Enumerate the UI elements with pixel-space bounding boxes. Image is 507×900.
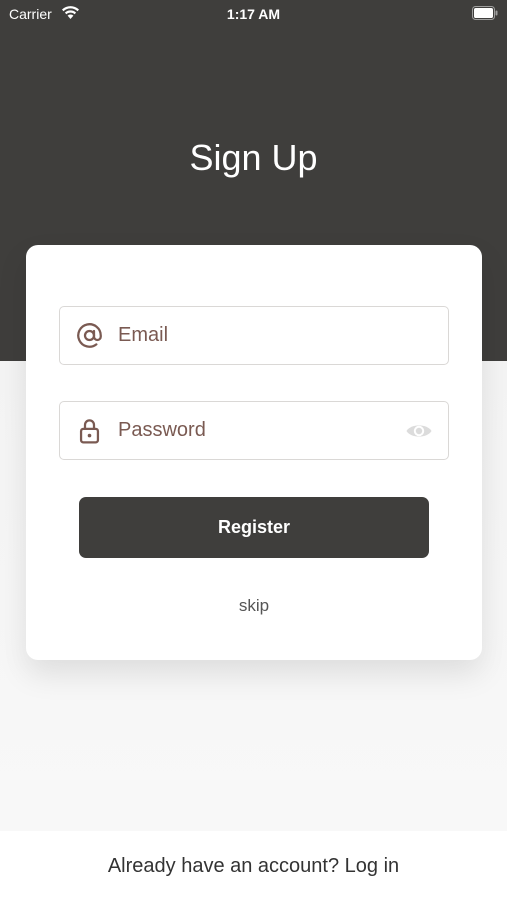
signup-screen: Carrier 1:17 AM Sign Up Email Register s… bbox=[0, 0, 507, 900]
page-title: Sign Up bbox=[189, 137, 318, 178]
status-bar: Carrier 1:17 AM bbox=[0, 0, 507, 28]
battery-icon bbox=[472, 6, 498, 20]
at-sign-icon bbox=[77, 323, 102, 348]
login-link[interactable]: Log in bbox=[345, 855, 400, 877]
email-input[interactable] bbox=[118, 307, 398, 363]
password-input[interactable] bbox=[118, 402, 398, 458]
skip-link[interactable]: skip bbox=[26, 596, 482, 616]
clock: 1:17 AM bbox=[226, 6, 281, 22]
register-button[interactable]: Register bbox=[79, 497, 429, 558]
login-prompt: Already have an account? bbox=[107, 855, 345, 877]
email-field bbox=[59, 306, 449, 365]
signup-card: Register skip bbox=[26, 245, 482, 660]
lock-icon bbox=[79, 419, 100, 444]
footer: Already have an account? Log in bbox=[0, 831, 507, 900]
eye-icon[interactable] bbox=[405, 419, 433, 443]
password-field bbox=[59, 401, 449, 460]
